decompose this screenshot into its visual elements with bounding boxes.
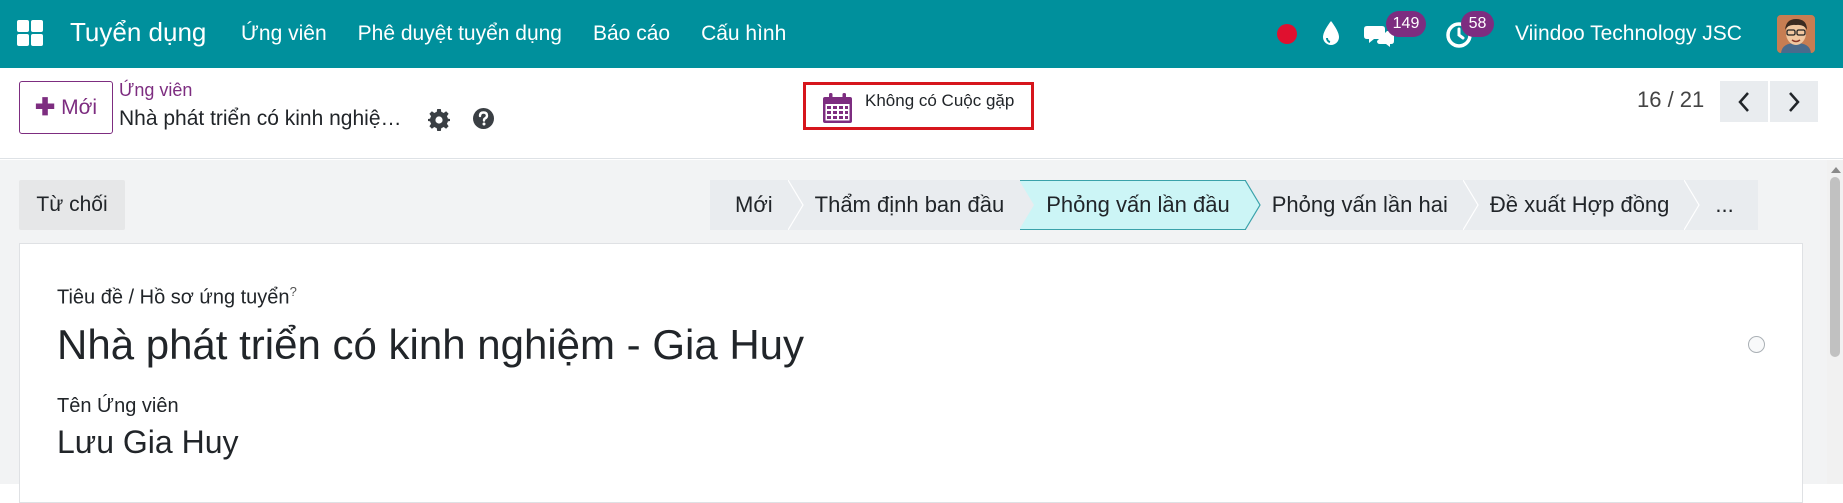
stage-second-interview[interactable]: Phỏng vấn lần hai (1245, 180, 1479, 230)
menu-item-recruitment-approval[interactable]: Phê duyệt tuyển dụng (358, 22, 562, 46)
stage-label: ... (1715, 192, 1734, 217)
title-field-label: Tiêu đề / Hồ sơ ứng tuyển? (57, 284, 297, 310)
refuse-button[interactable]: Từ chối (19, 180, 125, 230)
stage-initial-qualification[interactable]: Thẩm định ban đầu (788, 180, 1035, 230)
stage-arrow (1244, 180, 1261, 230)
kanban-state-icon[interactable] (1748, 336, 1765, 353)
menu-item-applicants[interactable]: Ứng viên (241, 22, 327, 46)
stage-label: Mới (735, 192, 773, 217)
pager-previous-button[interactable] (1720, 81, 1768, 122)
calendar-icon (823, 93, 852, 123)
stage-statusbar: Mới Thẩm định ban đầu Phỏng vấn lần đầu … (710, 180, 1758, 230)
pager-next-button[interactable] (1770, 81, 1818, 122)
stage-label: Đề xuất Hợp đồng (1489, 192, 1670, 217)
stage-arrow (1462, 180, 1479, 230)
company-switcher[interactable]: Viindoo Technology JSC (1515, 22, 1742, 46)
stage-arrow (1684, 180, 1701, 230)
menu-item-reports[interactable]: Báo cáo (593, 22, 670, 46)
stage-contract-proposal[interactable]: Đề xuất Hợp đồng (1463, 180, 1701, 230)
activities-badge: 58 (1461, 11, 1494, 37)
control-panel: ✚ Mới Ứng viên Nhà phát triển có kinh ng… (0, 68, 1843, 159)
stage-label: Thẩm định ban đầu (814, 192, 1005, 217)
scrollbar-thumb[interactable] (1830, 177, 1840, 357)
stage-label: Phỏng vấn lần đầu (1046, 192, 1230, 217)
meeting-smart-button[interactable]: Không có Cuộc gặp (803, 82, 1034, 130)
plus-icon: ✚ (34, 93, 56, 121)
scroll-up-arrow-icon[interactable] (1831, 167, 1841, 173)
new-record-button[interactable]: ✚ Mới (19, 81, 113, 134)
form-sheet: Tiêu đề / Hồ sơ ứng tuyển? Nhà phát triể… (19, 243, 1803, 503)
menu-item-configuration[interactable]: Cấu hình (701, 22, 786, 46)
stage-new[interactable]: Mới (710, 180, 804, 230)
top-navbar: Tuyển dụng Ứng viên Phê duyệt tuyển dụng… (0, 0, 1843, 68)
chevron-left-icon (1738, 91, 1749, 112)
stage-label: Phỏng vấn lần hai (1271, 192, 1448, 217)
title-label-text: Tiêu đề / Hồ sơ ứng tuyển (57, 286, 290, 309)
main-menu: Ứng viên Phê duyệt tuyển dụng Báo cáo Cấ… (241, 22, 817, 46)
stage-first-interview[interactable]: Phỏng vấn lần đầu (1020, 180, 1261, 230)
new-button-label: Mới (61, 95, 98, 119)
chevron-right-icon (1789, 91, 1800, 112)
water-drop-icon[interactable] (1321, 20, 1341, 46)
applicant-name-label: Tên Ứng viên (57, 395, 179, 417)
record-dot-icon[interactable] (1277, 24, 1297, 44)
breadcrumb-current: Nhà phát triển có kinh nghiệm - Gia Huy (119, 107, 415, 130)
stage-arrow (787, 180, 804, 230)
help-icon[interactable] (473, 108, 494, 129)
apps-grid-icon[interactable] (17, 20, 43, 46)
messages-badge: 149 (1386, 11, 1426, 37)
stage-arrow (1019, 180, 1035, 230)
app-brand[interactable]: Tuyển dụng (70, 17, 206, 48)
breadcrumb-parent[interactable]: Ứng viên (119, 80, 192, 101)
help-tooltip-marker[interactable]: ? (290, 284, 297, 299)
form-view: Từ chối Mới Thẩm định ban đầu Phỏng vấn … (0, 160, 1843, 503)
applicant-name-value[interactable]: Lưu Gia Huy (57, 424, 239, 461)
user-avatar[interactable] (1777, 15, 1815, 53)
meeting-button-label: Không có Cuộc gặp (865, 91, 1015, 110)
gear-icon[interactable] (428, 109, 450, 131)
title-field-value[interactable]: Nhà phát triển có kinh nghiệm - Gia Huy (57, 321, 804, 369)
pager-value[interactable]: 16 / 21 (1637, 87, 1704, 113)
vertical-scrollbar[interactable] (1827, 160, 1843, 484)
